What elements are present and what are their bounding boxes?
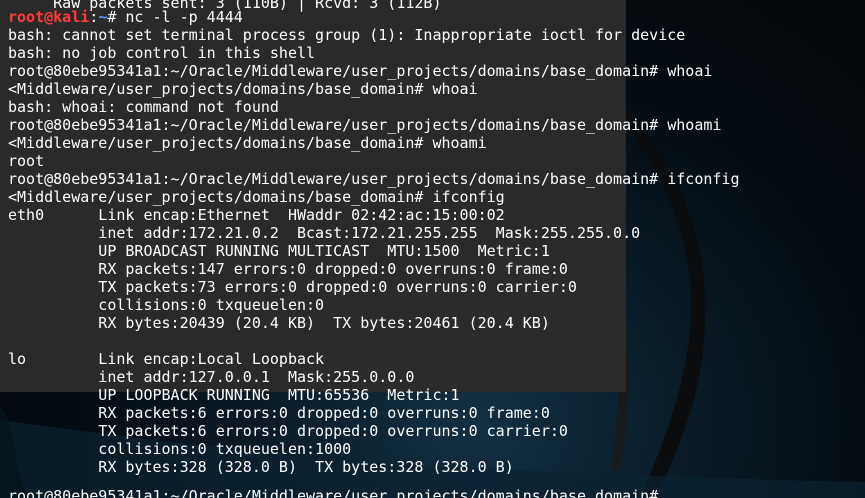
terminal-line: <Middleware/user_projects/domains/base_d… (8, 188, 505, 206)
terminal-line: collisions:0 txqueuelen:0 (8, 296, 334, 314)
terminal-line: TX packets:6 errors:0 dropped:0 overruns… (8, 422, 568, 440)
terminal-line: root@80ebe95341a1:~/Oracle/Middleware/us… (8, 62, 713, 80)
terminal-line: RX packets:147 errors:0 dropped:0 overru… (8, 260, 568, 278)
terminal-line: eth0 Link encap:Ethernet HWaddr 02:42:ac… (8, 206, 523, 224)
terminal-line: collisions:0 txqueuelen:1000 (8, 440, 361, 458)
terminal-line: lo Link encap:Local Loopback (8, 350, 343, 368)
terminal-prompt-line: root@kali:~# nc -l -p 4444 (8, 8, 243, 26)
terminal-line: <Middleware/user_projects/domains/base_d… (8, 134, 487, 152)
terminal-line: root@80ebe95341a1:~/Oracle/Middleware/us… (8, 116, 722, 134)
terminal-line: RX bytes:328 (328.0 B) TX bytes:328 (328… (8, 458, 514, 476)
terminal-line: root@80ebe95341a1:~/Oracle/Middleware/us… (8, 487, 668, 498)
terminal-line: UP BROADCAST RUNNING MULTICAST MTU:1500 … (8, 242, 550, 260)
terminal-line: inet addr:172.21.0.2 Bcast:172.21.255.25… (8, 224, 641, 242)
prompt-hash: # (107, 8, 126, 26)
terminal-line: root (8, 152, 45, 170)
terminal-output[interactable]: Raw packets sent: 3 (110B) | Rcvd: 3 (11… (0, 0, 865, 498)
prompt-command: nc -l -p 4444 (125, 8, 243, 26)
terminal-line: bash: no job control in this shell (8, 44, 316, 62)
terminal-line: inet addr:127.0.0.1 Mask:255.0.0.0 (8, 368, 415, 386)
terminal-line: RX packets:6 errors:0 dropped:0 overruns… (8, 404, 550, 422)
terminal-line: bash: cannot set terminal process group … (8, 26, 686, 44)
prompt-directory: ~ (98, 8, 108, 26)
terminal-line: bash: whoai: command not found (8, 98, 279, 116)
terminal-line: RX bytes:20439 (20.4 KB) TX bytes:20461 … (8, 314, 550, 332)
prompt-user: root@kali (8, 8, 90, 26)
terminal-line: UP LOOPBACK RUNNING MTU:65536 Metric:1 (8, 386, 460, 404)
desktop-screen: Raw packets sent: 3 (110B) | Rcvd: 3 (11… (0, 0, 865, 498)
prompt-separator: : (89, 8, 99, 26)
terminal-line: <Middleware/user_projects/domains/base_d… (8, 80, 478, 98)
terminal-line: root@80ebe95341a1:~/Oracle/Middleware/us… (8, 170, 740, 188)
terminal-line: TX packets:73 errors:0 dropped:0 overrun… (8, 278, 577, 296)
